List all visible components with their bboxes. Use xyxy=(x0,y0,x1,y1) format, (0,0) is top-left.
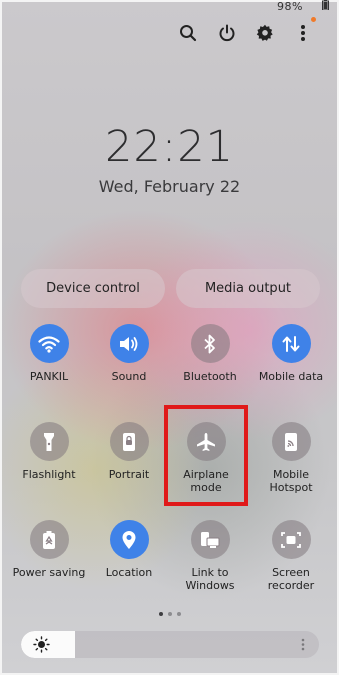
speaker-icon xyxy=(120,336,138,351)
brightness-slider[interactable] xyxy=(21,631,319,658)
tile-label: Screen recorder xyxy=(267,566,315,592)
portrait-toggle[interactable] xyxy=(109,422,149,461)
bluetooth-toggle[interactable] xyxy=(190,324,230,363)
tile-sound[interactable]: Sound xyxy=(89,324,169,383)
link-to-windows-toggle[interactable] xyxy=(190,520,230,559)
hotspot-icon xyxy=(285,432,297,451)
gear-icon xyxy=(256,24,273,41)
mobile-hotspot-toggle[interactable] xyxy=(271,422,311,461)
settings-button[interactable] xyxy=(254,22,276,44)
search-icon xyxy=(180,25,197,42)
wifi-toggle[interactable] xyxy=(29,324,69,363)
tile-label: Power saving xyxy=(12,566,86,579)
brightness-options-icon[interactable] xyxy=(301,638,305,651)
tile-label: Mobile Hotspot xyxy=(269,468,313,494)
tile-label: Link to Windows xyxy=(185,566,235,592)
tile-label: Location xyxy=(105,566,153,579)
airplane-mode-highlight xyxy=(164,405,248,506)
search-button[interactable] xyxy=(177,22,199,44)
flashlight-toggle[interactable] xyxy=(29,422,69,461)
tile-label: Flashlight xyxy=(22,468,76,481)
wifi-icon xyxy=(38,335,60,353)
location-icon xyxy=(122,530,136,549)
page-dot xyxy=(158,612,163,616)
page-dot xyxy=(167,612,172,616)
quick-panel-header xyxy=(0,17,339,44)
power-saving-icon xyxy=(43,530,55,549)
tile-wifi[interactable]: PANKIL xyxy=(9,324,89,383)
brightness-icon xyxy=(33,636,50,653)
battery-icon xyxy=(322,0,329,10)
more-options-icon xyxy=(301,25,305,41)
tile-mobile-data[interactable]: Mobile data xyxy=(251,324,331,383)
screen-recorder-icon xyxy=(281,531,301,548)
tile-label: PANKIL xyxy=(29,370,69,383)
link-to-windows-icon xyxy=(201,531,220,548)
tile-label: Portrait xyxy=(108,468,150,481)
power-saving-toggle[interactable] xyxy=(29,520,69,559)
tile-link-to-windows[interactable]: Link to Windows xyxy=(170,520,250,592)
page-dot xyxy=(176,612,181,616)
sound-toggle[interactable] xyxy=(109,324,149,363)
page-indicator xyxy=(0,612,339,616)
flashlight-icon xyxy=(44,432,54,451)
clock-date: Wed, February 22 xyxy=(98,177,241,196)
tile-bluetooth[interactable]: Bluetooth xyxy=(170,324,250,383)
location-toggle[interactable] xyxy=(109,520,149,559)
bluetooth-icon xyxy=(204,334,215,353)
media-output-button[interactable]: Media output xyxy=(176,269,320,308)
mobile-data-toggle[interactable] xyxy=(271,324,311,363)
tile-power-saving[interactable]: Power saving xyxy=(9,520,89,579)
tile-label: Sound xyxy=(111,370,147,383)
status-icons xyxy=(322,0,329,10)
more-options-button[interactable] xyxy=(292,17,316,44)
tile-mobile-hotspot[interactable]: Mobile Hotspot xyxy=(251,422,331,494)
clock-time: 22:21 xyxy=(105,122,234,172)
tile-label: Mobile data xyxy=(258,370,324,383)
screen-recorder-toggle[interactable] xyxy=(271,520,311,559)
mobile-data-icon xyxy=(282,335,300,352)
tile-label: Bluetooth xyxy=(183,370,237,383)
device-control-button[interactable]: Device control xyxy=(21,269,165,308)
tile-location[interactable]: Location xyxy=(89,520,169,579)
power-button[interactable] xyxy=(216,22,238,44)
power-icon xyxy=(219,24,235,42)
tile-flashlight[interactable]: Flashlight xyxy=(9,422,89,481)
tile-screen-recorder[interactable]: Screen recorder xyxy=(251,520,331,592)
tile-portrait[interactable]: Portrait xyxy=(89,422,169,481)
portrait-lock-icon xyxy=(123,432,135,451)
battery-percentage: 98% xyxy=(277,0,303,13)
notification-badge xyxy=(311,17,316,22)
